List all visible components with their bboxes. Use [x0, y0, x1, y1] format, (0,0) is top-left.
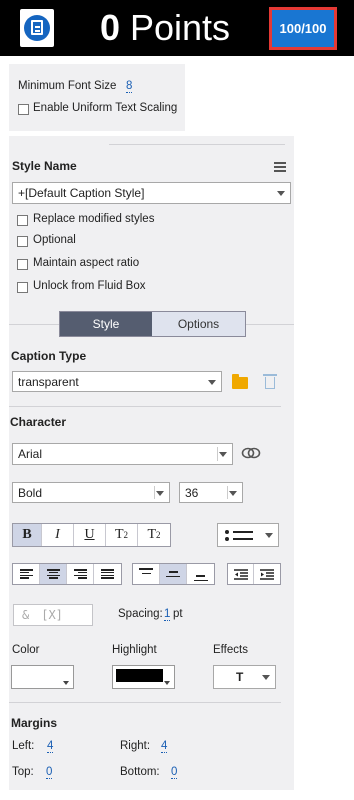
text-color-picker[interactable] [11, 665, 74, 689]
effects-dropdown[interactable]: T [213, 665, 276, 689]
style-name-heading: Style Name [12, 159, 77, 173]
points-display: 0 Points [70, 5, 260, 51]
effects-label: Effects [213, 644, 248, 656]
font-size-panel: Minimum Font Size 8 Enable Uniform Text … [9, 64, 185, 131]
uniform-scaling-checkbox[interactable] [18, 104, 29, 115]
spacing-label: Spacing: [118, 608, 163, 620]
highlight-color-picker[interactable] [112, 665, 175, 689]
vertical-align-group [132, 563, 215, 585]
uniform-scaling-label: Enable Uniform Text Scaling [33, 102, 178, 114]
margin-bottom-label: Bottom: [120, 766, 160, 778]
font-family-value: Arial [18, 447, 43, 461]
replace-modified-label: Replace modified styles [33, 213, 155, 225]
color-label: Color [12, 644, 40, 656]
indent-group [227, 563, 281, 585]
chevron-down-icon [63, 681, 69, 685]
margin-left-label: Left: [12, 740, 35, 752]
chevron-down-icon [219, 452, 227, 457]
align-middle-icon [166, 571, 180, 577]
caption-type-value: transparent [18, 374, 79, 389]
superscript-button[interactable]: T2 [106, 524, 138, 546]
align-left-button[interactable] [13, 564, 40, 584]
align-justify-icon [101, 569, 114, 579]
align-bottom-icon [193, 575, 208, 581]
link-icon[interactable] [241, 446, 261, 460]
align-bottom-button[interactable] [187, 564, 214, 584]
style-options-toggle: Style Options [59, 311, 246, 337]
align-center-icon [46, 569, 60, 579]
align-top-button[interactable] [133, 564, 160, 584]
align-middle-button[interactable] [160, 564, 187, 584]
style-name-value: +[Default Caption Style] [18, 186, 145, 200]
font-size-value: 36 [185, 485, 199, 500]
properties-panel: Style Name +[Default Caption Style] Repl… [9, 136, 294, 790]
margin-bottom-value[interactable]: 0 [171, 766, 178, 779]
chevron-down-icon [262, 675, 270, 680]
indent-icon [260, 568, 274, 580]
tab-options[interactable]: Options [152, 312, 245, 336]
font-style-dropdown[interactable]: Bold [12, 482, 170, 503]
chevron-down-icon [164, 681, 170, 685]
aspect-ratio-checkbox[interactable] [17, 259, 28, 270]
bold-button[interactable]: B [13, 524, 42, 546]
margin-right-label: Right: [120, 740, 151, 752]
score-badge[interactable]: 100/100 [269, 7, 337, 50]
character-heading: Character [10, 415, 67, 429]
trash-icon[interactable] [263, 374, 277, 389]
underline-button[interactable]: U [74, 524, 106, 546]
aspect-ratio-label: Maintain aspect ratio [33, 257, 140, 269]
margins-heading: Margins [11, 716, 58, 730]
document-icon[interactable] [20, 9, 54, 47]
font-size-dropdown[interactable]: 36 [179, 482, 243, 503]
highlight-label: Highlight [112, 644, 157, 656]
text-align-group [12, 563, 122, 585]
outdent-icon [233, 568, 248, 580]
chevron-down-icon [156, 490, 164, 496]
effects-value: T [236, 670, 244, 684]
chevron-down-icon [277, 191, 285, 196]
variable-symbol: [X] [41, 608, 63, 622]
optional-checkbox[interactable] [17, 236, 28, 247]
points-number: 0 [99, 7, 120, 48]
subscript-button[interactable]: T2 [138, 524, 170, 546]
unlock-fluid-box-checkbox[interactable] [17, 282, 28, 293]
align-right-button[interactable] [67, 564, 94, 584]
top-bar: 0 Points 100/100 [0, 0, 354, 56]
tab-style[interactable]: Style [60, 312, 152, 336]
chevron-down-icon [208, 379, 216, 385]
unlock-fluid-box-label: Unlock from Fluid Box [33, 280, 146, 292]
list-menu-icon[interactable] [274, 162, 286, 172]
align-center-button[interactable] [40, 564, 67, 584]
caption-type-heading: Caption Type [11, 349, 87, 363]
margin-top-label: Top: [12, 766, 34, 778]
align-top-icon [139, 568, 153, 574]
bullet-list-dropdown[interactable] [217, 523, 279, 547]
align-left-icon [19, 569, 33, 579]
font-style-value: Bold [18, 485, 43, 500]
chevron-down-icon [229, 490, 237, 496]
folder-icon[interactable] [232, 374, 248, 389]
spacing-unit: pt [173, 608, 183, 620]
outdent-button[interactable] [228, 564, 254, 584]
indent-button[interactable] [254, 564, 280, 584]
align-right-icon [73, 569, 87, 579]
chevron-down-icon [265, 533, 273, 538]
font-family-dropdown[interactable]: Arial [12, 443, 233, 465]
spacing-value[interactable]: 1 [164, 608, 171, 621]
style-name-dropdown[interactable]: +[Default Caption Style] [12, 182, 291, 204]
margin-right-value[interactable]: 4 [161, 740, 168, 753]
min-font-size-label: Minimum Font Size [18, 80, 117, 92]
insert-link-variable-box[interactable]: & [X] [13, 604, 93, 626]
text-format-group: B I U T2 T2 [12, 523, 171, 547]
margin-top-value[interactable]: 0 [46, 766, 53, 779]
optional-label: Optional [33, 234, 76, 246]
align-justify-button[interactable] [94, 564, 121, 584]
min-font-size-value[interactable]: 8 [126, 80, 133, 93]
caption-type-dropdown[interactable]: transparent [12, 371, 222, 392]
points-label: Points [129, 7, 231, 48]
italic-button[interactable]: I [42, 524, 74, 546]
link-symbol: & [22, 608, 30, 622]
replace-modified-checkbox[interactable] [17, 215, 28, 226]
margin-left-value[interactable]: 4 [47, 740, 54, 753]
